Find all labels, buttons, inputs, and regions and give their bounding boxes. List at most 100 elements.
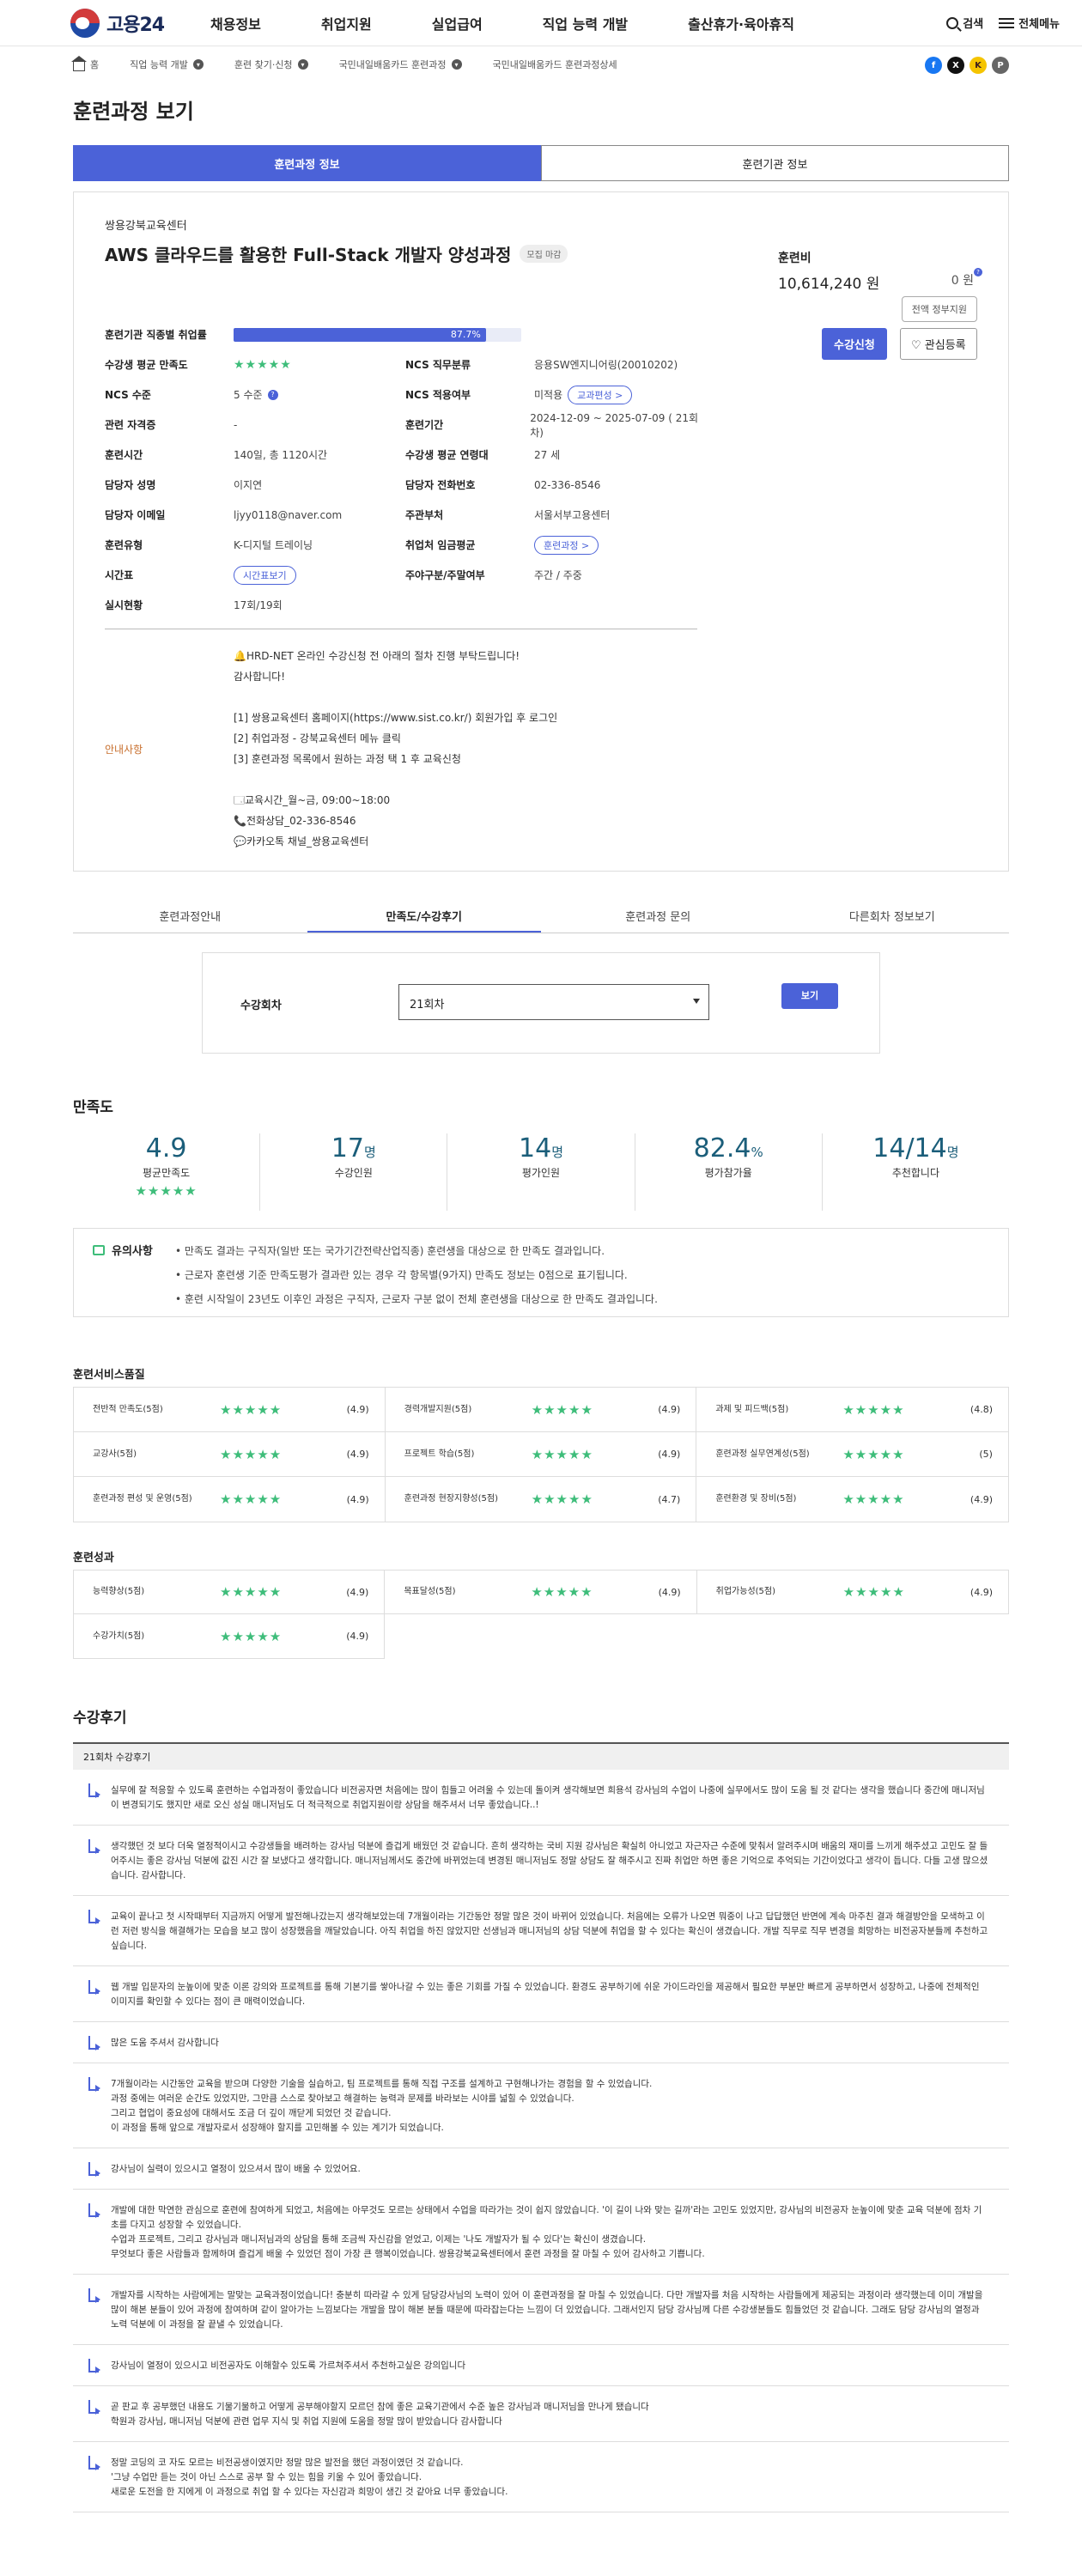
- rating-stars: ★★★★★: [842, 1492, 905, 1507]
- all-menu-button[interactable]: 전체메뉴: [999, 15, 1060, 31]
- detail-text: 주간 / 주중: [534, 569, 582, 581]
- detail-text: -: [234, 418, 238, 431]
- detail-cell: 훈련유형 K-디지털 트레이닝: [105, 538, 405, 552]
- menu-item-1[interactable]: 취업지원: [321, 13, 372, 33]
- detail-value: 140일, 총 1120시간: [234, 447, 327, 462]
- rating-stars: ★★★★★: [531, 1492, 593, 1507]
- stat-unit: 명: [551, 1145, 563, 1160]
- sub-tab-1[interactable]: 만족도/수강후기: [307, 908, 541, 933]
- detail-cell: 관련 자격증 -: [105, 417, 405, 432]
- quality-score: (4.9): [346, 1586, 369, 1598]
- sub-tab-2[interactable]: 훈련과정 문의: [541, 908, 775, 933]
- notice-label: 안내사항: [105, 744, 143, 756]
- print-icon[interactable]: P: [992, 57, 1009, 74]
- chevron-down-icon[interactable]: ▾: [297, 59, 308, 70]
- detail-key: 주야구분/주말여부: [405, 569, 485, 581]
- stat-item: 4.9 평균만족도 ★★★★★: [73, 1133, 261, 1211]
- breadcrumb-label: 국민내일배움카드 훈련과정상세: [492, 59, 617, 70]
- caution-box: 유의사항 • 만족도 결과는 구직자(일반 또는 국가기간전략산업직종) 훈련생…: [73, 1228, 1009, 1317]
- global-header: 고용24 채용정보 취업지원 실업급여 직업 능력 개발 출산휴가·육아휴직 검색 전체…: [0, 0, 1082, 46]
- employment-rate-fill: 87.7%: [234, 327, 486, 342]
- quality-score: (4.9): [658, 1586, 681, 1598]
- apply-button[interactable]: 수강신청: [822, 328, 887, 360]
- rating-stars: ★★★★★: [220, 1401, 283, 1418]
- review-item: 강사님이 열정이 있으시고 비전공자도 이해할수 있도록 가르쳐주셔서 추천하고…: [73, 2345, 1009, 2386]
- quality-name: 목표달성(5점): [404, 1587, 456, 1596]
- quality-name: 훈련과정 현장지향성(5점): [404, 1494, 498, 1504]
- facebook-icon[interactable]: f: [925, 57, 942, 74]
- detail-cell: 훈련기간 2024-12-09 ~ 2025-07-09 ( 21회차): [405, 410, 706, 440]
- round-select[interactable]: 21회차: [398, 984, 709, 1020]
- notice-line: [234, 687, 557, 708]
- info-icon[interactable]: ?: [267, 389, 278, 400]
- breadcrumb-item[interactable]: 국민내일배움카드 훈련과정 ▾: [339, 58, 462, 71]
- favorite-button[interactable]: ♡ 관심등록: [900, 328, 977, 360]
- detail-text: 02-336-8546: [534, 478, 601, 491]
- breadcrumb-item[interactable]: 홈: [71, 56, 99, 71]
- detail-cell: 취업처 임금평균 훈련과정 >: [405, 535, 706, 555]
- menu-item-3[interactable]: 직업 능력 개발: [543, 13, 628, 33]
- breadcrumb-item[interactable]: 국민내일배움카드 훈련과정상세: [493, 58, 617, 71]
- view-button[interactable]: 보기: [781, 983, 838, 1009]
- review-item: 실무에 잘 적응할 수 있도록 훈련하는 수업과정이 좋았습니다 비전공자면 처…: [73, 1770, 1009, 1826]
- full-support-button[interactable]: 전액 정부지원: [901, 296, 977, 322]
- detail-link-button[interactable]: 훈련과정 >: [534, 535, 599, 555]
- breadcrumb-item[interactable]: 훈련 찾기·신청 ▾: [234, 58, 308, 71]
- quality-score: (4.9): [658, 1404, 681, 1415]
- detail-key: 수강생 평균 연령대: [405, 449, 489, 461]
- breadcrumb-item[interactable]: 직업 능력 개발 ▾: [130, 58, 204, 71]
- detail-cell: 담당자 이메일 ljyy0118@naver.com: [105, 507, 405, 522]
- tab-course-info[interactable]: 훈련과정 정보: [73, 145, 541, 181]
- info-icon[interactable]: ?: [974, 268, 982, 276]
- kakaotalk-icon[interactable]: K: [970, 57, 987, 74]
- round-select-label: 수강회차: [240, 999, 282, 1012]
- search-button[interactable]: 검색: [946, 15, 983, 31]
- quality-score: (4.9): [346, 1404, 369, 1415]
- menu-item-2[interactable]: 실업급여: [432, 13, 483, 33]
- detail-text: 17회/19회: [234, 599, 283, 611]
- detail-link-button[interactable]: 교과편성 >: [568, 385, 633, 404]
- self-pay-amount: 0 원?: [951, 268, 982, 293]
- stat-value: 17명: [260, 1133, 447, 1163]
- x-twitter-icon[interactable]: X: [947, 57, 964, 74]
- share-bar: f X K P: [925, 57, 1009, 74]
- detail-value: 시간표보기: [234, 565, 296, 585]
- detail-value: 5 수준?: [234, 387, 278, 402]
- review-text: 7개월이라는 시간동안 교육을 받으며 다양한 기술을 실습하고, 팀 프로젝트…: [111, 2079, 653, 2133]
- rating-stars: ★★★★★: [531, 1401, 593, 1418]
- satisfaction-title: 만족도: [73, 1099, 113, 1116]
- caution-list: • 만족도 결과는 구직자(일반 또는 국가기간전략산업직종) 훈련생을 대상으…: [175, 1239, 658, 1311]
- stat-unit: %: [751, 1145, 763, 1160]
- sub-tab-3[interactable]: 다른회차 정보보기: [775, 908, 1010, 933]
- chevron-down-icon[interactable]: ▾: [451, 59, 462, 70]
- review-item: 생각했던 것 보다 더욱 열정적이시고 수강생들을 배려하는 강사님 덕분에 즐…: [73, 1826, 1009, 1896]
- chevron-down-icon[interactable]: ▾: [192, 59, 204, 70]
- service-quality-grid: 전반적 만족도(5점) ★★★★★ (4.9) 경력개발지원(5점) ★★★★★ (4.9…: [73, 1387, 1009, 1522]
- notice-text: 🔔HRD-NET 온라인 수강신청 전 아래의 절차 진행 부탁드립니다! 감사합…: [234, 646, 557, 852]
- quality-item: 과제 및 피드백(5점) ★★★★★ (4.8): [696, 1388, 1008, 1432]
- detail-key: 훈련시간: [105, 449, 143, 461]
- quality-score: (4.9): [346, 1631, 369, 1642]
- detail-row: 담당자 성명 이지연 담당자 전화번호 02-336-8546: [105, 470, 706, 500]
- institution-name: 쌍용강북교육센터: [105, 220, 187, 233]
- menu-item-0[interactable]: 채용정보: [210, 13, 261, 33]
- detail-value: K-디지털 트레이닝: [234, 538, 313, 552]
- stat-unit: 명: [946, 1145, 959, 1160]
- stat-label: 수강인원: [334, 1167, 373, 1179]
- site-logo[interactable]: 고용24: [70, 8, 210, 38]
- detail-link-button[interactable]: 시간표보기: [234, 565, 296, 585]
- header-utilities: 검색 전체메뉴: [946, 15, 1060, 31]
- rating-stars: ★★★★★: [135, 1183, 198, 1199]
- detail-value: 02-336-8546: [534, 479, 600, 491]
- menu-item-4[interactable]: 출산휴가·육아휴직: [688, 13, 794, 33]
- rating-stars: ★★★★★: [531, 1446, 593, 1462]
- review-text: 곧 판교 후 공부했던 내용도 기물기물하고 어떻게 공부해야할지 모르던 참에…: [111, 2402, 649, 2427]
- logo-emblem-icon: [70, 8, 100, 38]
- tab-institution-info[interactable]: 훈련기관 정보: [541, 145, 1009, 181]
- sub-tab-0[interactable]: 훈련과정안내: [73, 908, 307, 933]
- breadcrumb-label: 직업 능력 개발: [130, 59, 188, 70]
- review-item: 개발자를 시작하는 사람에게는 말맞는 교육과정이었습니다! 충분히 따라갈 수…: [73, 2275, 1009, 2345]
- quality-item: 훈련과정 실무연계성(5점) ★★★★★ (5): [696, 1432, 1008, 1477]
- stat-number: 4.9: [145, 1133, 187, 1163]
- detail-row: 훈련유형 K-디지털 트레이닝 취업처 임금평균 훈련과정 >: [105, 530, 706, 560]
